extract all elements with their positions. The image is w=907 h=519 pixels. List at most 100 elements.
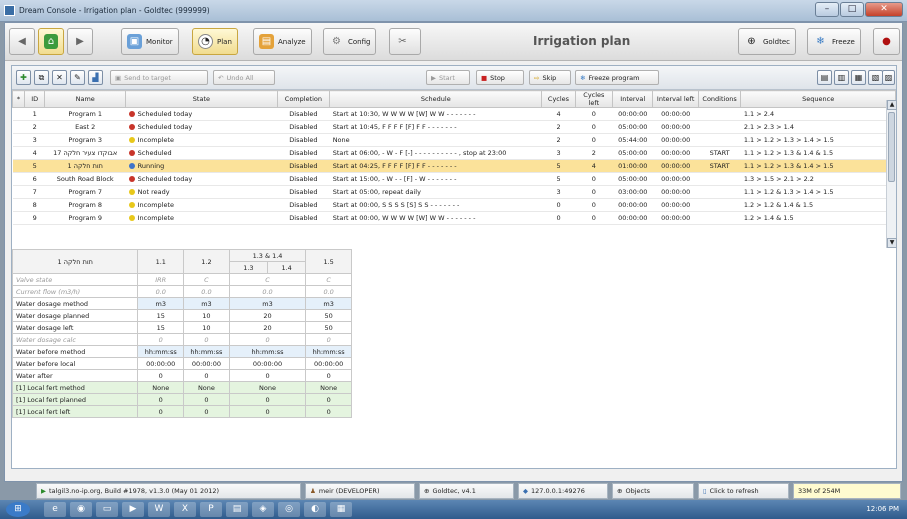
- minimize-button[interactable]: –: [815, 2, 839, 17]
- maximize-button[interactable]: □: [840, 2, 864, 17]
- column-header[interactable]: Interval: [612, 90, 654, 108]
- start-orb-icon[interactable]: ⊞: [6, 502, 30, 517]
- undo-all-button[interactable]: ↶ Undo All: [213, 70, 275, 85]
- detail-cell[interactable]: 10: [183, 309, 230, 322]
- column-header[interactable]: Completion: [276, 90, 331, 108]
- config-button[interactable]: ⚙ Config: [323, 28, 377, 55]
- freeze-button[interactable]: ❄ Freeze: [807, 28, 861, 55]
- freeze-program-button[interactable]: ❄ Freeze program: [575, 70, 659, 85]
- chrome-icon[interactable]: ◉: [70, 502, 92, 517]
- column-header[interactable]: Schedule: [329, 90, 543, 108]
- detail-cell[interactable]: None: [228, 381, 307, 394]
- skip-button[interactable]: ⇨ Skip: [529, 70, 571, 85]
- program-row[interactable]: 8 Program 8 Incomplete Disabled Start at 00:…: [12, 198, 896, 212]
- detail-cell[interactable]: hh:mm:ss: [137, 345, 185, 358]
- program-row[interactable]: 7 Program 7 Not ready Disabled Start at 05:0…: [12, 185, 896, 199]
- detail-cell[interactable]: None: [305, 381, 352, 394]
- tools-button[interactable]: ✂: [389, 28, 421, 55]
- layout-4-button[interactable]: ▧: [868, 70, 883, 85]
- forward-button[interactable]: ▶: [67, 28, 93, 55]
- detail-cell[interactable]: 0: [305, 393, 352, 406]
- programs-scrollbar[interactable]: ▲ ▼: [886, 100, 897, 248]
- layout-3-button[interactable]: ▦: [851, 70, 866, 85]
- detail-cell[interactable]: 00:00:00: [137, 357, 185, 370]
- back-button[interactable]: ◀: [9, 28, 35, 55]
- column-header[interactable]: State: [125, 90, 278, 108]
- scroll-thumb[interactable]: [888, 112, 895, 182]
- detail-cell[interactable]: 50: [305, 309, 352, 322]
- detail-cell[interactable]: 20: [228, 321, 307, 334]
- detail-cell[interactable]: 0: [305, 369, 352, 382]
- detail-cell[interactable]: 0: [305, 405, 352, 418]
- app-icon[interactable]: ◈: [252, 502, 274, 517]
- detail-cell[interactable]: m3: [228, 297, 307, 310]
- plan-button[interactable]: ◔ Plan: [192, 28, 238, 55]
- detail-cell[interactable]: 10: [183, 321, 230, 334]
- program-row[interactable]: 2 East 2 Scheduled today Disabled Start at 1…: [12, 120, 896, 134]
- detail-cell[interactable]: m3: [183, 297, 230, 310]
- objects-button[interactable]: ⊕ Objects: [612, 483, 694, 499]
- memory-status[interactable]: 33M of 254M: [793, 483, 901, 499]
- home-button[interactable]: ⌂: [38, 28, 64, 55]
- refresh-button[interactable]: ▯ Click to refresh: [698, 483, 789, 499]
- column-header[interactable]: Conditions: [697, 90, 742, 108]
- program-row[interactable]: 4 אבוקדו צעיר חלקה 17 Scheduled Disabled Sta…: [12, 146, 896, 160]
- excel-icon[interactable]: X: [174, 502, 196, 517]
- detail-cell[interactable]: 00:00:00: [305, 357, 352, 370]
- detail-cell[interactable]: 0: [183, 369, 230, 382]
- user-status[interactable]: ♟ meir (DEVELOPER): [305, 483, 415, 499]
- detail-cell[interactable]: 0: [137, 405, 185, 418]
- detail-cell[interactable]: 00:00:00: [183, 357, 230, 370]
- column-header[interactable]: Sequence: [740, 90, 896, 108]
- detail-cell[interactable]: 20: [228, 309, 307, 322]
- dream-console-icon[interactable]: ▦: [330, 502, 352, 517]
- detail-cell[interactable]: 15: [137, 321, 185, 334]
- detail-cell[interactable]: 0: [137, 393, 185, 406]
- detail-cell[interactable]: hh:mm:ss: [183, 345, 230, 358]
- close-button[interactable]: ✕: [865, 2, 903, 17]
- layout-5-button[interactable]: ▨: [882, 70, 895, 85]
- program-row[interactable]: 9 Program 9 Incomplete Disabled Start at 00:…: [12, 211, 896, 225]
- column-header[interactable]: Cycles: [541, 90, 576, 108]
- column-header[interactable]: Cycles left: [574, 90, 614, 108]
- detail-cell[interactable]: None: [137, 381, 185, 394]
- scroll-up-icon[interactable]: ▲: [887, 100, 897, 110]
- program-row[interactable]: 1 Program 1 Scheduled today Disabled Start a…: [12, 107, 896, 121]
- program-row[interactable]: 3 Program 3 Incomplete Disabled None 2 0 05:44:…: [12, 133, 896, 147]
- detail-cell[interactable]: 0: [137, 369, 185, 382]
- program-row[interactable]: 5 תות חלקה 1 Running Disabled Start at 04:25…: [12, 159, 896, 173]
- detail-cell[interactable]: 0: [228, 405, 307, 418]
- powerpoint-icon[interactable]: P: [200, 502, 222, 517]
- monitor-button[interactable]: ▣ Monitor: [121, 28, 179, 55]
- detail-cell[interactable]: 0: [183, 393, 230, 406]
- detail-cell[interactable]: hh:mm:ss: [228, 345, 307, 358]
- column-header[interactable]: *: [11, 90, 26, 108]
- detail-cell[interactable]: 50: [305, 321, 352, 334]
- detail-cell[interactable]: 0: [228, 393, 307, 406]
- detail-cell[interactable]: 15: [137, 309, 185, 322]
- chart-program-button[interactable]: ▟: [88, 70, 103, 85]
- start-button[interactable]: ▶ Start: [426, 70, 470, 85]
- layout-2-button[interactable]: ▥: [834, 70, 849, 85]
- edit-program-button[interactable]: ✎: [70, 70, 85, 85]
- network-icon[interactable]: ◎: [278, 502, 300, 517]
- word-icon[interactable]: W: [148, 502, 170, 517]
- stop-button[interactable]: ■ Stop: [476, 70, 524, 85]
- delete-program-button[interactable]: ✕: [52, 70, 67, 85]
- send-to-target-button[interactable]: ▣ Send to target: [110, 70, 208, 85]
- add-program-button[interactable]: ✚: [16, 70, 31, 85]
- target-status[interactable]: ⊕ Goldtec, v4.1: [419, 483, 514, 499]
- analyze-button[interactable]: ▤ Analyze: [253, 28, 312, 55]
- copy-program-button[interactable]: ⧉: [34, 70, 49, 85]
- detail-cell[interactable]: m3: [137, 297, 185, 310]
- detail-cell[interactable]: 00:00:00: [228, 357, 307, 370]
- detail-cell[interactable]: 0: [183, 405, 230, 418]
- goldtec-button[interactable]: ⊕ Goldtec: [738, 28, 796, 55]
- layout-1-button[interactable]: ▤: [817, 70, 832, 85]
- scroll-down-icon[interactable]: ▼: [887, 238, 897, 248]
- detail-cell[interactable]: 0: [228, 369, 307, 382]
- explorer-icon[interactable]: ▭: [96, 502, 118, 517]
- record-button[interactable]: ●: [873, 28, 900, 55]
- program-row[interactable]: 6 South Road Block Scheduled today Disabled…: [12, 172, 896, 186]
- detail-cell[interactable]: hh:mm:ss: [305, 345, 352, 358]
